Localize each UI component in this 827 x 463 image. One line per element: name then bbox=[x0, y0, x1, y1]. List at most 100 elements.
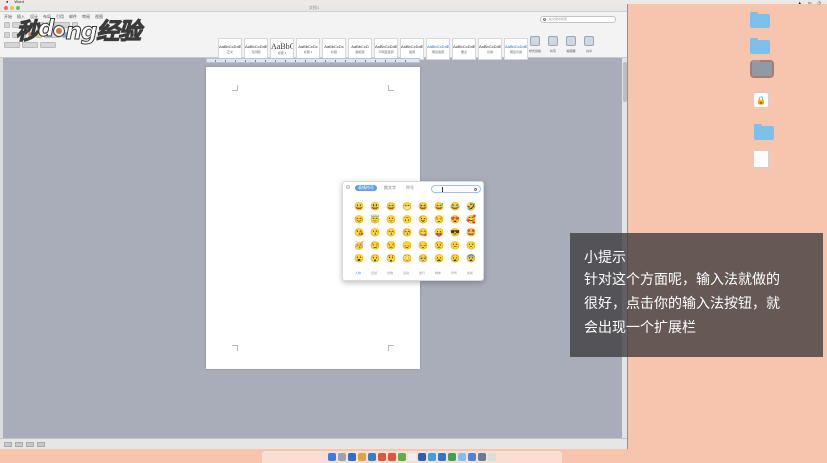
word-icon[interactable] bbox=[438, 453, 446, 461]
emoji-tab[interactable]: 颜文字 bbox=[381, 185, 399, 191]
emoji-item[interactable]: 😊 bbox=[351, 213, 367, 226]
emoji-item[interactable]: 😟 bbox=[431, 239, 447, 252]
emoji-category[interactable]: 活动 bbox=[399, 271, 413, 275]
scrollbar-thumb[interactable] bbox=[623, 62, 627, 102]
emoji-item[interactable]: 🙁 bbox=[463, 239, 479, 252]
qq-icon[interactable] bbox=[428, 453, 436, 461]
desktop-app-shortcut[interactable]: 🔒 bbox=[741, 92, 781, 114]
style-swatch[interactable]: AaBbCcD 副标题 bbox=[348, 38, 372, 60]
emoji-tab[interactable]: 符号 bbox=[403, 185, 417, 191]
focus-mode-button[interactable] bbox=[37, 441, 45, 447]
emoji-item[interactable]: 😄 bbox=[383, 200, 399, 213]
outline-view-button[interactable] bbox=[26, 441, 34, 447]
emoji-category[interactable]: 符号 bbox=[447, 271, 461, 275]
emoji-category[interactable]: 食物 bbox=[383, 271, 397, 275]
app-icon[interactable] bbox=[398, 453, 406, 461]
emoji-item[interactable]: 😎 bbox=[447, 226, 463, 239]
emoji-item[interactable]: 😃 bbox=[367, 200, 383, 213]
emoji-item[interactable]: 😏 bbox=[367, 239, 383, 252]
style-swatch[interactable]: AaBbCcDc 标题 2 bbox=[296, 38, 320, 60]
emoji-item[interactable]: 😳 bbox=[399, 252, 415, 265]
emoji-item[interactable]: 😯 bbox=[367, 252, 383, 265]
emoji-item[interactable]: 🥳 bbox=[351, 239, 367, 252]
paste-button[interactable] bbox=[4, 22, 10, 28]
ribbon-tool-button[interactable]: 样式窗格 bbox=[528, 34, 542, 58]
emoji-item[interactable]: 🙃 bbox=[399, 213, 415, 226]
emoji-item[interactable]: 😔 bbox=[415, 239, 431, 252]
emoji-category[interactable]: 旅行 bbox=[415, 271, 429, 275]
emoji-item[interactable]: 😒 bbox=[383, 239, 399, 252]
style-swatch[interactable]: AaBbCcDdEe明显强调 bbox=[426, 38, 450, 60]
emoji-item[interactable]: 😚 bbox=[399, 226, 415, 239]
emoji-item[interactable]: 😙 bbox=[383, 226, 399, 239]
desktop-folder-3[interactable] bbox=[744, 124, 784, 148]
emoji-item[interactable]: 😞 bbox=[399, 239, 415, 252]
emoji-item[interactable]: 🙂 bbox=[383, 213, 399, 226]
emoji-item[interactable]: 😘 bbox=[351, 226, 367, 239]
emoji-item[interactable]: 😇 bbox=[367, 213, 383, 226]
emoji-item[interactable]: 😨 bbox=[463, 252, 479, 265]
app-icon[interactable] bbox=[408, 453, 416, 461]
style-swatch[interactable]: AaBbCcDdEe引用 bbox=[478, 38, 502, 60]
emoji-item[interactable]: 😦 bbox=[431, 252, 447, 265]
emoji-item[interactable]: 😉 bbox=[415, 213, 431, 226]
style-swatch[interactable]: AaBbCcDdEe明显引用 bbox=[504, 38, 528, 60]
wifi-icon[interactable]: ▲ bbox=[798, 0, 802, 5]
emoji-tab[interactable]: 表情符号 bbox=[355, 185, 377, 191]
style-swatch[interactable]: AaBbCcDdEe不明显强调 bbox=[374, 38, 398, 60]
safari-icon[interactable] bbox=[348, 453, 356, 461]
emoji-item[interactable]: 😁 bbox=[399, 200, 415, 213]
style-swatch[interactable]: AaBbCcDdEe正文 bbox=[218, 38, 242, 60]
emoji-item[interactable]: 😌 bbox=[431, 213, 447, 226]
emoji-item[interactable]: 😅 bbox=[431, 200, 447, 213]
app-icon[interactable] bbox=[388, 453, 396, 461]
emoji-category[interactable]: 物体 bbox=[431, 271, 445, 275]
launchpad-icon[interactable] bbox=[338, 453, 346, 461]
powerpoint-icon[interactable] bbox=[378, 453, 386, 461]
finder-icon[interactable] bbox=[328, 453, 336, 461]
emoji-item[interactable]: 😂 bbox=[447, 200, 463, 213]
emoji-item[interactable]: 😛 bbox=[431, 226, 447, 239]
excel-icon[interactable] bbox=[448, 453, 456, 461]
tab-0[interactable]: 开始 bbox=[4, 14, 12, 20]
web-layout-button[interactable] bbox=[15, 441, 23, 447]
desktop-document[interactable] bbox=[741, 150, 781, 172]
desktop-folder-1[interactable] bbox=[740, 12, 780, 36]
search-input[interactable]: 在文档中搜索 bbox=[540, 16, 616, 23]
emoji-item[interactable]: 😀 bbox=[351, 200, 367, 213]
photoshop-icon[interactable] bbox=[368, 453, 376, 461]
emoji-item[interactable]: 🥰 bbox=[463, 213, 479, 226]
style-swatch[interactable]: AaBbC 标题 1 bbox=[270, 38, 294, 60]
emoji-item[interactable]: 😍 bbox=[447, 213, 463, 226]
app-icon[interactable] bbox=[478, 453, 486, 461]
emoji-item[interactable]: 🥺 bbox=[415, 252, 431, 265]
illustrator-icon[interactable] bbox=[358, 453, 366, 461]
trash-icon[interactable] bbox=[488, 453, 496, 461]
emoji-item[interactable]: 😲 bbox=[383, 252, 399, 265]
bold-button[interactable] bbox=[4, 32, 10, 38]
ribbon-tool-button[interactable]: 编辑器 bbox=[564, 34, 578, 58]
app-icon[interactable] bbox=[468, 453, 476, 461]
desktop-folder-2[interactable] bbox=[740, 38, 780, 62]
style-swatch[interactable]: AaBbCcDdEe要点 bbox=[452, 38, 476, 60]
emoji-category[interactable]: 人物 bbox=[351, 271, 365, 275]
style-swatch[interactable]: AaBbCcDdEe无间隔 bbox=[244, 38, 268, 60]
print-layout-button[interactable] bbox=[4, 441, 12, 447]
horizontal-ruler[interactable] bbox=[206, 58, 420, 63]
emoji-search-input[interactable] bbox=[431, 185, 481, 193]
emoji-item[interactable]: 🤩 bbox=[463, 226, 479, 239]
emoji-item[interactable]: 😆 bbox=[415, 200, 431, 213]
desktop-folder-selected[interactable] bbox=[742, 60, 782, 84]
emoji-item[interactable]: 😗 bbox=[367, 226, 383, 239]
emoji-item[interactable]: 😮 bbox=[351, 252, 367, 265]
emoji-item[interactable]: 😕 bbox=[447, 239, 463, 252]
emoji-category[interactable]: 自然 bbox=[367, 271, 381, 275]
emoji-item[interactable]: 😧 bbox=[447, 252, 463, 265]
app-icon[interactable] bbox=[418, 453, 426, 461]
app-icon[interactable] bbox=[458, 453, 466, 461]
emoji-category[interactable]: 旗帜 bbox=[463, 271, 477, 275]
ribbon-tool-button[interactable]: 共享 bbox=[582, 34, 596, 58]
style-swatch[interactable]: AaBbCcDc 标题 bbox=[322, 38, 346, 60]
ribbon-tool-button[interactable]: 听写 bbox=[546, 34, 560, 58]
style-swatch[interactable]: AaBbCcDdEe强调 bbox=[400, 38, 424, 60]
